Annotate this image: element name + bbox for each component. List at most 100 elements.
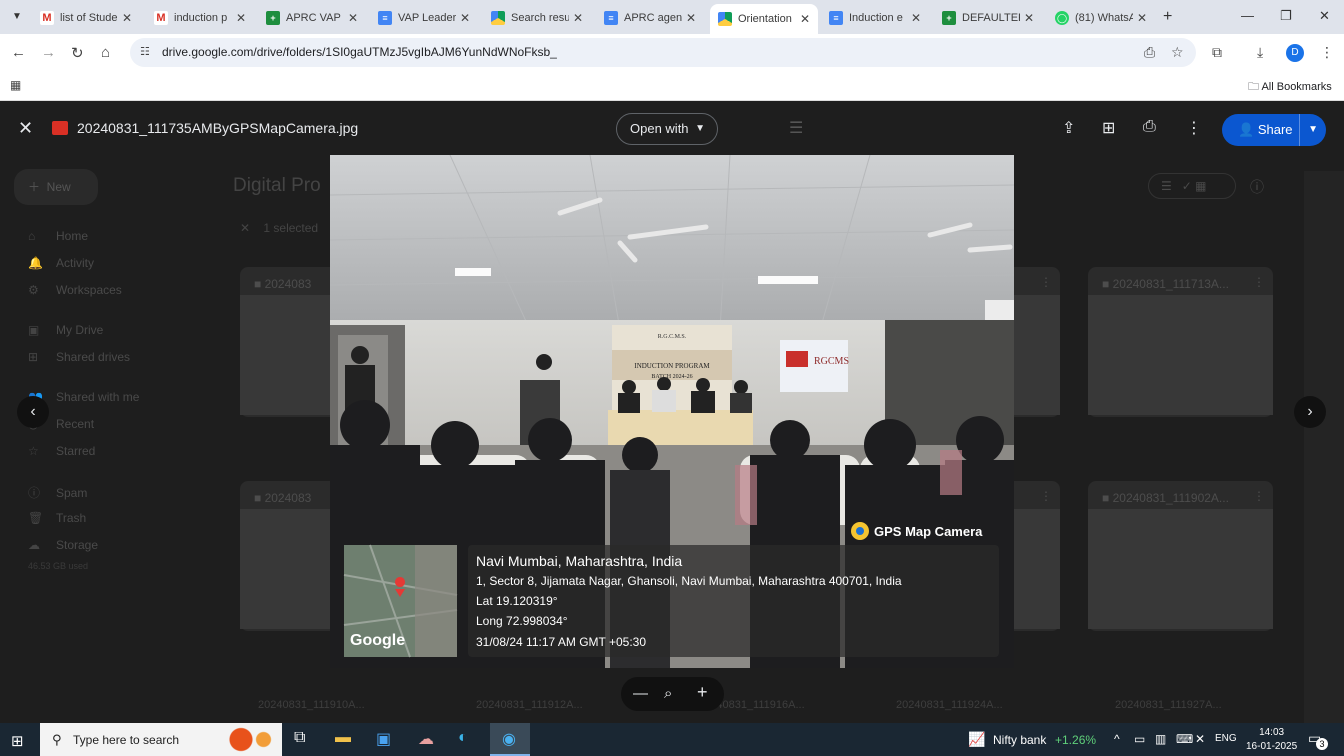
- taskbar-search-box[interactable]: ⚲ Type here to search: [40, 723, 282, 756]
- tab-0[interactable]: Mlist of Stude ✕: [32, 4, 140, 32]
- all-bookmarks-button[interactable]: 🗀 All Bookmarks: [1248, 78, 1332, 97]
- store-icon[interactable]: ▣: [376, 729, 391, 749]
- previous-image-button[interactable]: ‹: [17, 396, 49, 428]
- close-viewer-icon[interactable]: ✕: [18, 118, 33, 139]
- meet-icon[interactable]: ▭: [1134, 732, 1145, 746]
- battery-icon[interactable]: ▥: [1155, 732, 1166, 746]
- tab-6[interactable]: Orientation ✕: [710, 4, 818, 34]
- open-with-label: Open with: [630, 121, 689, 136]
- view-toggle[interactable]: ☰ ✓ ▦: [1148, 173, 1236, 199]
- clock[interactable]: 14:03 16-01-2025: [1246, 726, 1297, 754]
- file-card[interactable]: ■ 20240831_111902A... ⋮: [1088, 481, 1273, 631]
- move-to-folder-icon[interactable]: ⇪: [1062, 118, 1075, 138]
- sidebar-item-trash[interactable]: 🗑 Trash: [28, 511, 86, 525]
- bookmark-star-icon[interactable]: ☆: [1171, 44, 1184, 61]
- sidebar-item-activity[interactable]: 🔔 Activity: [28, 256, 94, 270]
- close-tab-icon[interactable]: ✕: [907, 11, 925, 25]
- home-icon[interactable]: ⌂: [101, 44, 110, 61]
- tab-search-button[interactable]: ▼: [7, 8, 27, 26]
- share-dropdown-icon[interactable]: ▼: [1299, 114, 1318, 146]
- chrome-icon: ◉: [502, 731, 516, 748]
- extensions-icon[interactable]: ⧉: [1212, 44, 1222, 61]
- windows-start-icon[interactable]: ⊞: [11, 732, 24, 750]
- tab-8[interactable]: + DEFAULTER ✕: [934, 4, 1042, 32]
- close-tab-icon[interactable]: ✕: [682, 11, 700, 25]
- sidebar-item-starred[interactable]: ☆ Starred: [28, 444, 95, 458]
- site-info-icon[interactable]: ☷: [140, 45, 150, 58]
- tab-7[interactable]: ≡ Induction e ✕: [821, 4, 929, 32]
- minimize-icon[interactable]: —: [1241, 8, 1254, 23]
- tab-4[interactable]: Search resu ✕: [483, 4, 591, 32]
- tab-2[interactable]: + APRC VAP D✕: [258, 4, 366, 32]
- tab-5[interactable]: ≡ APRC agenc ✕: [596, 4, 704, 32]
- chrome-taskbar-button[interactable]: ◉: [490, 723, 530, 756]
- sidebar-label: My Drive: [56, 323, 104, 337]
- forward-icon[interactable]: →: [41, 44, 56, 61]
- print-icon[interactable]: ⎙: [1143, 118, 1156, 136]
- profile-avatar[interactable]: D: [1286, 44, 1304, 62]
- app-icon[interactable]: ☁: [418, 729, 434, 749]
- language-indicator[interactable]: ENG: [1215, 733, 1237, 744]
- tab-9[interactable]: ◯ (81) WhatsA ✕: [1047, 4, 1155, 32]
- close-tab-icon[interactable]: ✕: [569, 11, 587, 25]
- sidebar-label: Spam: [56, 486, 88, 500]
- sidebar-item-my-drive[interactable]: ▣ My Drive: [28, 323, 103, 337]
- info-icon[interactable]: ⓘ: [1250, 177, 1264, 197]
- new-tab-button[interactable]: +: [1163, 8, 1172, 26]
- zoom-out-icon[interactable]: —: [633, 685, 648, 702]
- download-icon[interactable]: ⤓: [1257, 44, 1263, 61]
- sidebar-item-workspaces[interactable]: ⚙ Workspaces: [28, 283, 122, 297]
- close-tab-icon[interactable]: ✕: [456, 11, 474, 25]
- close-tab-icon[interactable]: ✕: [344, 11, 362, 25]
- file-explorer-icon[interactable]: ▬: [335, 729, 351, 747]
- tab-3[interactable]: ≡ VAP Leader ✕: [370, 4, 478, 32]
- file-name[interactable]: 20240831_111924A...: [896, 699, 1003, 711]
- add-comment-icon[interactable]: ⊞: [1102, 118, 1115, 138]
- close-tab-icon[interactable]: ✕: [796, 12, 814, 26]
- sidebar-item-home[interactable]: ⌂ Home: [28, 229, 88, 243]
- omnibox[interactable]: ☷ drive.google.com/drive/folders/1SI0gaU…: [130, 38, 1196, 67]
- close-tab-icon[interactable]: ✕: [118, 11, 136, 25]
- sidebar-item-storage[interactable]: ☁ Storage: [28, 538, 98, 552]
- stock-name[interactable]: Nifty bank: [993, 733, 1046, 747]
- zoom-reset-icon[interactable]: ⌕: [664, 685, 672, 702]
- back-icon[interactable]: ←: [11, 44, 26, 61]
- close-window-icon[interactable]: ✕: [1319, 8, 1330, 24]
- doc-favicon-icon: ≡: [829, 11, 843, 25]
- more-actions-icon[interactable]: ⋮: [1186, 118, 1202, 138]
- apps-grid-icon[interactable]: ▦: [10, 78, 21, 92]
- network-icon[interactable]: ⌨: [1176, 732, 1193, 746]
- browser-menu-icon[interactable]: ⋮: [1320, 44, 1334, 61]
- notifications-icon[interactable]: ▭ 3: [1308, 730, 1328, 750]
- file-name[interactable]: 20240831_111910A...: [258, 699, 365, 711]
- gps-address: 1, Sector 8, Jijamata Nagar, Ghansoli, N…: [476, 574, 902, 588]
- task-view-icon[interactable]: ⧉: [294, 729, 305, 747]
- sidebar-item-shared-drives[interactable]: ⊞ Shared drives: [28, 350, 130, 364]
- zoom-in-icon[interactable]: +: [697, 682, 708, 703]
- close-tab-icon[interactable]: ✕: [232, 11, 250, 25]
- file-name[interactable]: 20240831_111927A...: [1115, 699, 1222, 711]
- sidebar-label: Shared drives: [56, 350, 131, 364]
- volume-muted-icon[interactable]: ✕: [1195, 732, 1205, 746]
- close-tab-icon[interactable]: ✕: [1020, 11, 1038, 25]
- sidebar-item-spam[interactable]: ⓘ Spam: [28, 484, 87, 501]
- folder-icon: 🗀: [1248, 81, 1262, 93]
- show-hidden-icons[interactable]: ^: [1114, 732, 1120, 746]
- file-card[interactable]: ■ 20240831_111713A... ⋮: [1088, 267, 1273, 417]
- clear-selection-icon[interactable]: ✕: [240, 221, 250, 235]
- bookmarks-bar: ▦ 🗀 All Bookmarks: [0, 70, 1344, 101]
- next-image-button[interactable]: ›: [1294, 396, 1326, 428]
- url-text[interactable]: drive.google.com/drive/folders/1SI0gaUTM…: [162, 45, 557, 59]
- open-with-button[interactable]: Open with ▼: [616, 113, 718, 145]
- browser-tab-bar: ▼ Mlist of Stude ✕ Minduction p ✕ + APRC VAP …: [0, 0, 1344, 34]
- restore-icon[interactable]: ❐: [1280, 8, 1292, 24]
- tab-1[interactable]: Minduction p ✕: [146, 4, 254, 32]
- install-app-icon[interactable]: ⎙: [1144, 44, 1155, 61]
- new-button[interactable]: ＋ New: [14, 169, 98, 205]
- close-tab-icon[interactable]: ✕: [1133, 11, 1151, 25]
- tab-title: Orientation: [738, 13, 792, 25]
- share-button[interactable]: 👤 Share ▼: [1222, 114, 1326, 146]
- reload-icon[interactable]: ↻: [71, 44, 84, 62]
- edge-icon[interactable]: ◐: [458, 729, 468, 747]
- file-name[interactable]: 20240831_111912A...: [476, 699, 583, 711]
